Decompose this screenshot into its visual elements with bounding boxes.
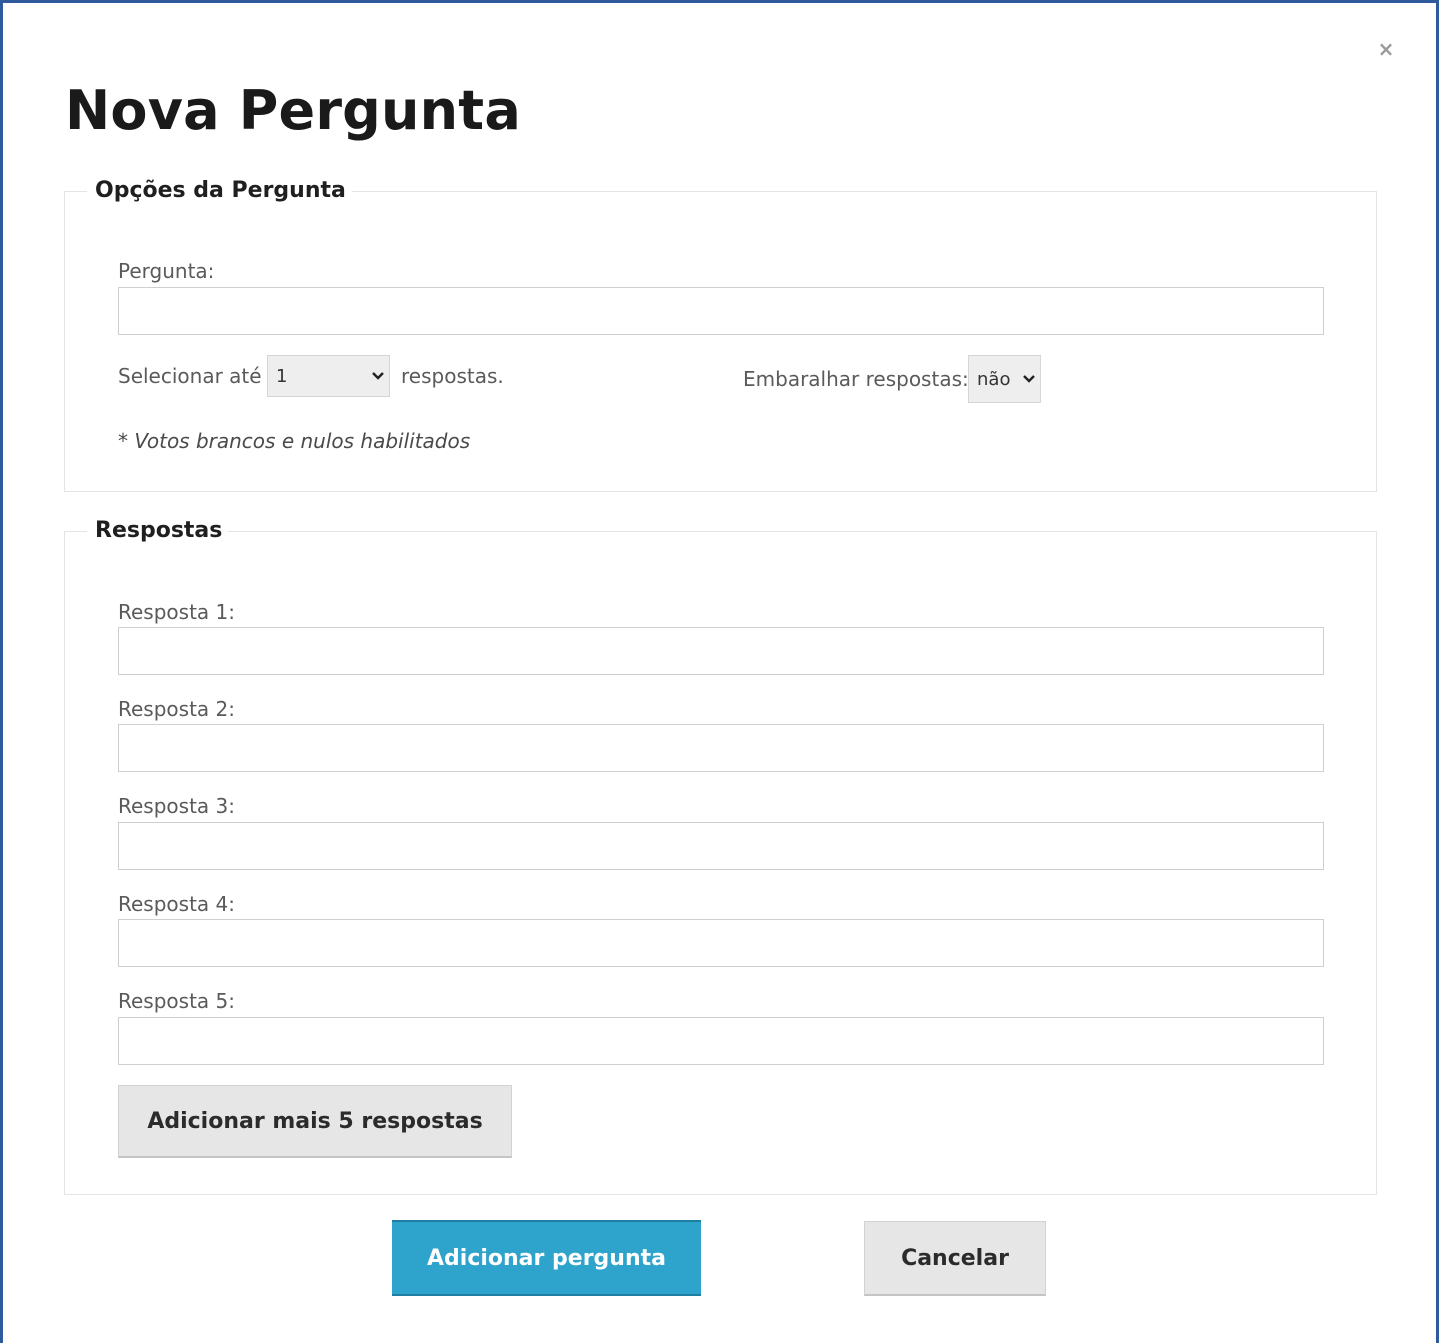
answers-fieldset: Respostas Resposta 1: Resposta 2: Respos…: [64, 518, 1377, 1195]
question-input[interactable]: [118, 287, 1324, 335]
select-suffix-text: respostas.: [401, 364, 504, 388]
chevron-down-icon: [367, 368, 389, 384]
max-answers-select[interactable]: 1: [267, 355, 390, 397]
shuffle-select[interactable]: não: [968, 355, 1041, 403]
chevron-down-icon: [1018, 371, 1040, 387]
answers-legend: Respostas: [95, 518, 223, 543]
close-icon[interactable]: ×: [1374, 37, 1398, 61]
answer-input-2[interactable]: [118, 724, 1324, 772]
answer-label-3: Resposta 3:: [118, 794, 235, 818]
new-question-dialog: × Nova Pergunta Opções da Pergunta Pergu…: [0, 0, 1439, 1343]
shuffle-value: não: [977, 368, 1011, 390]
answer-input-1[interactable]: [118, 627, 1324, 675]
answer-input-3[interactable]: [118, 822, 1324, 870]
cancel-button[interactable]: Cancelar: [864, 1221, 1046, 1296]
add-question-button[interactable]: Adicionar pergunta: [392, 1220, 701, 1296]
answer-label-1: Resposta 1:: [118, 600, 235, 624]
shuffle-label: Embaralhar respostas:: [743, 367, 969, 391]
blank-null-votes-note: * Votos brancos e nulos habilitados: [118, 429, 471, 453]
select-prefix-text: Selecionar até: [118, 364, 262, 388]
question-options-legend: Opções da Pergunta: [95, 178, 346, 203]
add-more-answers-button[interactable]: Adicionar mais 5 respostas: [118, 1085, 512, 1158]
answer-input-5[interactable]: [118, 1017, 1324, 1065]
page-title: Nova Pergunta: [65, 79, 521, 142]
question-label: Pergunta:: [118, 259, 215, 283]
answer-input-4[interactable]: [118, 919, 1324, 967]
answer-label-5: Resposta 5:: [118, 989, 235, 1013]
question-options-fieldset: Opções da Pergunta Pergunta: Selecionar …: [64, 178, 1377, 492]
max-answers-value: 1: [276, 365, 288, 387]
answer-label-2: Resposta 2:: [118, 697, 235, 721]
answer-label-4: Resposta 4:: [118, 892, 235, 916]
